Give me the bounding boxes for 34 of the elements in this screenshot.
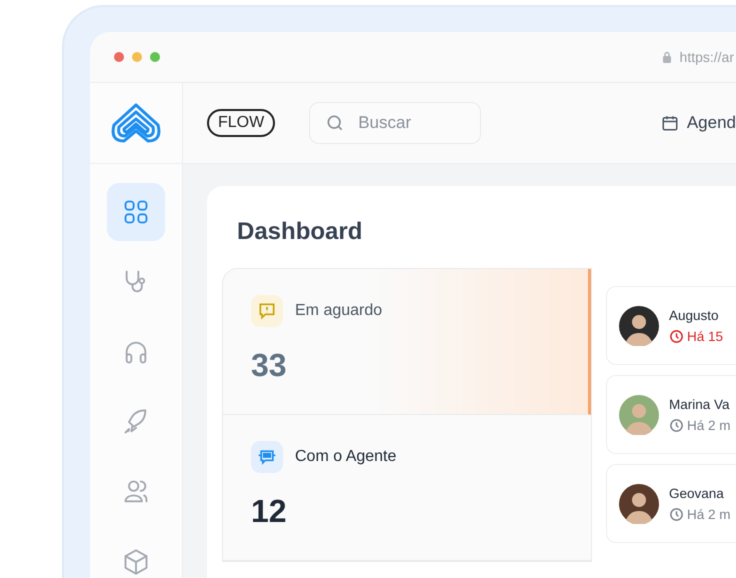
wait-time: Há 2 m bbox=[669, 506, 731, 522]
sidebar-item[interactable] bbox=[107, 183, 165, 241]
stat-card[interactable]: Com o Agente 12 bbox=[223, 415, 591, 561]
avatar bbox=[619, 484, 659, 524]
patient-card[interactable]: Geovana Há 2 m bbox=[606, 464, 736, 543]
stat-card[interactable]: Em aguardo 33 bbox=[223, 269, 591, 415]
calendar-icon bbox=[660, 114, 679, 132]
search-field[interactable]: Buscar bbox=[309, 102, 482, 144]
patient-name: Augusto bbox=[669, 308, 720, 322]
close-dot[interactable] bbox=[114, 52, 124, 62]
stat-value: 12 bbox=[251, 493, 288, 530]
avatar bbox=[619, 394, 659, 434]
stat-label: Em aguardo bbox=[295, 302, 382, 320]
grid-icon bbox=[122, 198, 150, 226]
patient-name: Geovana bbox=[669, 486, 725, 500]
page-title: Dashboard bbox=[237, 218, 364, 246]
alert-message-icon bbox=[257, 301, 277, 321]
lock-icon bbox=[662, 51, 672, 63]
schedule-link[interactable]: Agend bbox=[660, 113, 736, 133]
clock-icon bbox=[669, 418, 684, 432]
patient-name: Marina Va bbox=[669, 396, 731, 412]
clock-icon bbox=[669, 506, 684, 522]
box-icon bbox=[122, 548, 150, 576]
avatar bbox=[619, 306, 659, 346]
minimize-dot[interactable] bbox=[132, 52, 142, 62]
patient-card[interactable]: Marina Va Há 2 m bbox=[606, 375, 736, 454]
maximize-dot[interactable] bbox=[150, 52, 160, 62]
wait-time: Há 2 m bbox=[669, 418, 731, 432]
stat-value: 33 bbox=[251, 347, 288, 384]
brand-badge: FLOW bbox=[207, 109, 276, 137]
wait-time: Há 15 bbox=[669, 328, 724, 344]
clock-icon bbox=[669, 328, 684, 344]
patient-card[interactable]: Augusto Há 15 bbox=[606, 286, 736, 365]
stat-label: Com o Agente bbox=[295, 448, 396, 466]
